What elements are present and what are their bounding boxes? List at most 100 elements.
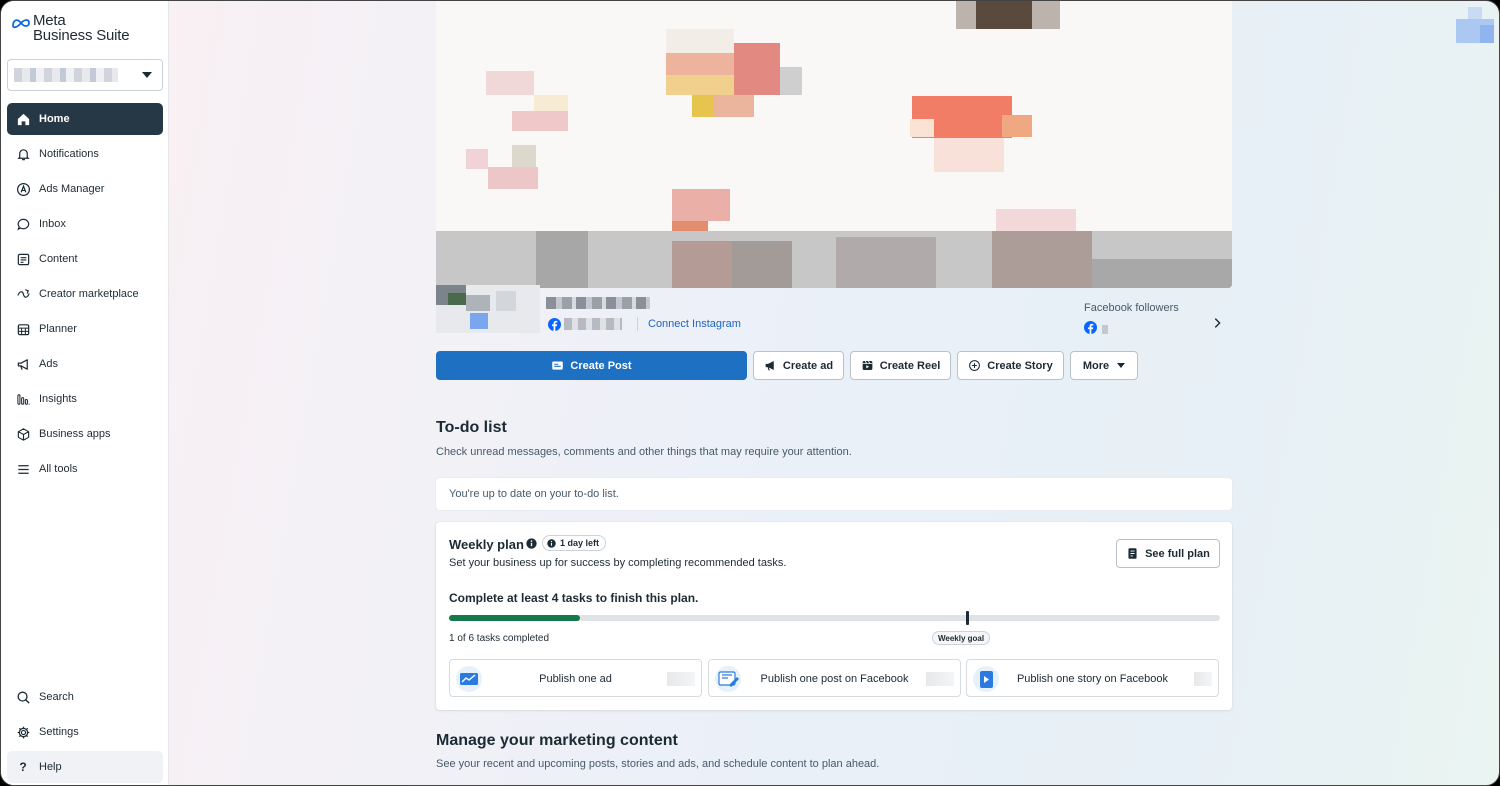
menu-icon xyxy=(15,461,31,477)
divider xyxy=(637,317,638,331)
connect-instagram-link[interactable]: Connect Instagram xyxy=(648,318,741,330)
task-thumbnail-redacted xyxy=(926,672,954,686)
info-icon[interactable] xyxy=(526,538,537,549)
post-icon xyxy=(552,361,564,370)
sidebar-item-label: Settings xyxy=(39,726,79,738)
home-icon xyxy=(15,111,31,127)
see-full-plan-button[interactable]: See full plan xyxy=(1116,539,1220,568)
page-profile-row: Connect Instagram Facebook followers xyxy=(436,285,1232,345)
create-story-button[interactable]: Create Story xyxy=(957,351,1064,380)
chevron-right-icon[interactable] xyxy=(1210,316,1224,330)
weekly-goal-badge: Weekly goal xyxy=(932,631,991,645)
weekly-plan-title: Weekly plan xyxy=(449,537,524,552)
progress-fill xyxy=(449,615,581,621)
account-selector[interactable] xyxy=(7,59,163,91)
sidebar-item-label: Planner xyxy=(39,323,77,335)
sidebar-item-planner[interactable]: Planner xyxy=(7,313,163,345)
sidebar-item-business-apps[interactable]: Business apps xyxy=(7,418,163,450)
search-icon xyxy=(15,689,31,705)
action-bar: Create Post Create ad Create Reel Create… xyxy=(436,351,1232,380)
more-label: More xyxy=(1082,359,1110,372)
create-post-button[interactable]: Create Post xyxy=(436,351,747,380)
todo-status: You're up to date on your to-do list. xyxy=(436,478,1232,510)
sidebar-item-ads[interactable]: Ads xyxy=(7,348,163,380)
create-ad-label: Create ad xyxy=(782,359,834,372)
plan-progress-bar xyxy=(449,611,1220,625)
task-thumbnail-redacted xyxy=(667,672,695,686)
creator-icon xyxy=(15,286,31,302)
sidebar: Meta Business Suite Home Notifications A… xyxy=(1,1,169,785)
task-label: Publish one post on Facebook xyxy=(760,673,909,685)
cube-icon xyxy=(15,426,31,442)
profile-avatar-redacted[interactable] xyxy=(1456,7,1494,43)
more-button[interactable]: More xyxy=(1070,351,1138,380)
sidebar-item-insights[interactable]: Insights xyxy=(7,383,163,415)
plan-goal-text: Complete at least 4 tasks to finish this… xyxy=(449,591,699,605)
task-publish-story[interactable]: Publish one story on Facebook xyxy=(966,659,1219,697)
followers-count-redacted xyxy=(1102,325,1108,334)
brand-line-2: Business Suite xyxy=(33,27,130,44)
create-story-label: Create Story xyxy=(987,359,1053,372)
marketing-subtitle: See your recent and upcoming posts, stor… xyxy=(436,758,880,770)
megaphone-icon xyxy=(765,361,774,371)
create-post-label: Create Post xyxy=(570,359,632,372)
days-left-text: 1 day left xyxy=(560,538,600,548)
sidebar-item-label: All tools xyxy=(39,463,78,475)
sidebar-item-label: Notifications xyxy=(39,148,99,160)
info-icon xyxy=(547,538,556,548)
sidebar-item-label: Help xyxy=(39,761,62,773)
task-label: Publish one story on Facebook xyxy=(1016,673,1169,685)
facebook-followers[interactable]: Facebook followers xyxy=(1084,302,1224,342)
see-full-plan-label: See full plan xyxy=(1145,547,1210,560)
main-content: Connect Instagram Facebook followers Cre… xyxy=(436,1,1232,785)
todo-status-text: You're up to date on your to-do list. xyxy=(449,488,619,500)
page-avatar-redacted[interactable] xyxy=(436,285,540,333)
account-name-redacted xyxy=(14,68,118,82)
megaphone-icon xyxy=(15,356,31,372)
create-reel-button[interactable]: Create Reel xyxy=(850,351,951,380)
page-handle-redacted xyxy=(564,318,622,330)
sidebar-item-notifications[interactable]: Notifications xyxy=(7,138,163,170)
followers-label: Facebook followers xyxy=(1084,302,1179,314)
sidebar-item-home[interactable]: Home xyxy=(7,103,163,135)
bar-chart-icon xyxy=(15,391,31,407)
ads-manager-icon xyxy=(15,181,31,197)
meta-business-suite-logo[interactable]: Meta Business Suite xyxy=(11,12,130,44)
weekly-plan-description: Set your business up for success by comp… xyxy=(449,557,787,569)
sidebar-item-label: Inbox xyxy=(39,218,66,230)
todo-title: To-do list xyxy=(436,419,507,436)
document-icon xyxy=(1128,548,1137,559)
sidebar-item-inbox[interactable]: Inbox xyxy=(7,208,163,240)
task-publish-post[interactable]: Publish one post on Facebook xyxy=(708,659,961,697)
story-plus-icon xyxy=(969,360,981,371)
sidebar-item-search[interactable]: Search xyxy=(7,681,163,713)
sidebar-item-label: Insights xyxy=(39,393,77,405)
caret-down-icon xyxy=(1117,363,1126,368)
create-reel-label: Create Reel xyxy=(879,359,941,372)
content-icon xyxy=(15,251,31,267)
sidebar-item-help[interactable]: ? Help xyxy=(7,751,163,783)
reel-icon xyxy=(862,360,873,370)
facebook-icon xyxy=(1084,321,1097,334)
bell-icon xyxy=(15,146,31,162)
days-left-badge: 1 day left xyxy=(542,535,607,551)
brand-line-1: Meta xyxy=(33,12,66,29)
weekly-goal-marker xyxy=(965,611,969,625)
sidebar-item-label: Ads xyxy=(39,358,58,370)
meta-logo-icon xyxy=(12,19,30,29)
gear-icon xyxy=(15,724,31,740)
sidebar-nav: Home Notifications Ads Manager Inbox Con… xyxy=(7,103,163,488)
create-ad-button[interactable]: Create ad xyxy=(753,351,844,380)
sidebar-item-creator-marketplace[interactable]: Creator marketplace xyxy=(7,278,163,310)
sidebar-item-label: Business apps xyxy=(39,428,111,440)
task-publish-ad[interactable]: Publish one ad xyxy=(449,659,702,697)
sidebar-item-content[interactable]: Content xyxy=(7,243,163,275)
sidebar-item-settings[interactable]: Settings xyxy=(7,716,163,748)
page-name-redacted xyxy=(546,297,650,309)
tasks-completed: 1 of 6 tasks completed xyxy=(449,633,550,644)
caret-down-icon xyxy=(142,72,152,78)
task-thumbnail-redacted xyxy=(1194,672,1212,686)
sidebar-item-all-tools[interactable]: All tools xyxy=(7,453,163,485)
calendar-icon xyxy=(15,321,31,337)
sidebar-item-ads-manager[interactable]: Ads Manager xyxy=(7,173,163,205)
